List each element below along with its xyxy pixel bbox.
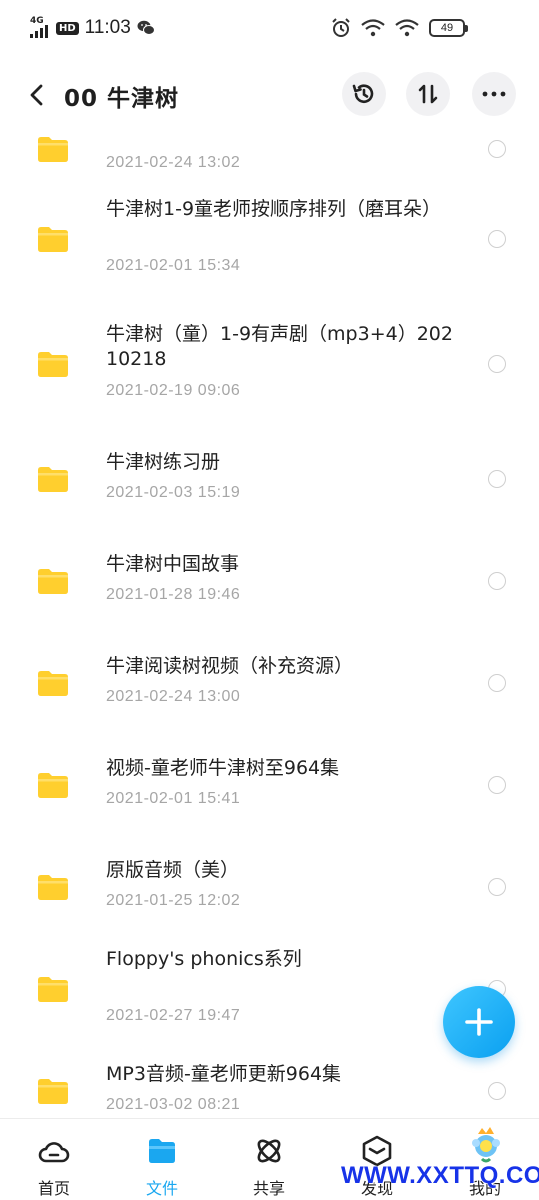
file-date: 2021-02-24 13:02 bbox=[106, 154, 241, 171]
select-radio[interactable] bbox=[488, 230, 506, 248]
battery-icon: 49 bbox=[429, 19, 468, 37]
select-radio[interactable] bbox=[488, 878, 506, 896]
profile-mascot-icon bbox=[472, 1127, 500, 1163]
file-date: 2021-01-25 12:02 bbox=[106, 892, 241, 909]
file-name: 原版音频（美） bbox=[106, 859, 240, 881]
more-dots-icon bbox=[482, 91, 506, 97]
add-button[interactable] bbox=[443, 986, 515, 1058]
file-name: 牛津树中国故事 bbox=[106, 553, 240, 575]
file-name: 牛津树练习册 bbox=[106, 451, 221, 473]
file-item[interactable]: 牛津树中国故事 2021-01-28 19:46 bbox=[0, 530, 539, 632]
status-bar: 4G HD 11:03 49 bbox=[0, 0, 539, 62]
folder-icon bbox=[38, 227, 68, 252]
nav-label-files: 文件 bbox=[145, 1179, 178, 1198]
wechat-icon bbox=[137, 20, 155, 35]
header: 00 牛津树 bbox=[0, 62, 539, 128]
history-icon bbox=[352, 84, 374, 103]
folder-icon bbox=[38, 467, 68, 492]
alarm-icon bbox=[332, 18, 350, 37]
select-radio[interactable] bbox=[488, 355, 506, 373]
file-name: 牛津树1-9童老师按顺序排列（磨耳朵） bbox=[106, 198, 442, 220]
file-name: Floppy's phonics系列 bbox=[106, 948, 302, 970]
cloud-icon bbox=[38, 1142, 70, 1163]
file-date: 2021-02-01 15:41 bbox=[106, 790, 241, 807]
file-name: 牛津树（童）1-9有声剧（mp3+4）20210218 bbox=[106, 323, 453, 370]
chevron-left-icon bbox=[30, 84, 43, 106]
file-item[interactable]: 牛津树（童）1-9有声剧（mp3+4）20210218 2021-02-19 09… bbox=[0, 313, 539, 415]
folder-icon bbox=[38, 352, 68, 377]
sort-icon bbox=[418, 84, 438, 104]
select-radio[interactable] bbox=[488, 1082, 506, 1100]
atom-icon bbox=[257, 1139, 281, 1163]
file-item[interactable]: 牛津树1-9童老师按顺序排列（磨耳朵） 2021-02-01 15:34 bbox=[0, 188, 539, 290]
file-date: 2021-02-19 09:06 bbox=[106, 382, 241, 399]
folder-icon bbox=[38, 569, 68, 594]
page-title: 00 牛津树 bbox=[64, 86, 180, 112]
nav-item-home[interactable]: 首页 bbox=[14, 1119, 94, 1200]
more-button[interactable] bbox=[472, 72, 516, 116]
folder-icon bbox=[38, 671, 68, 696]
folder-icon bbox=[38, 977, 68, 1002]
file-date: 2021-02-03 15:19 bbox=[106, 484, 241, 501]
file-item[interactable]: 牛津树练习册 2021-02-03 15:19 bbox=[0, 428, 539, 530]
folder-icon bbox=[38, 1079, 68, 1104]
file-date: 2021-01-28 19:46 bbox=[106, 586, 241, 603]
status-time: 11:03 bbox=[84, 17, 131, 38]
nav-label-home: 首页 bbox=[37, 1179, 70, 1198]
file-name: 视频-童老师牛津树至964集 bbox=[106, 757, 340, 779]
file-date: 2021-03-02 08:21 bbox=[106, 1096, 241, 1113]
folder-icon bbox=[38, 137, 68, 162]
wifi-icon-2 bbox=[395, 19, 419, 37]
hd-badge: HD bbox=[56, 21, 79, 35]
file-name: MP3音频-童老师更新964集 bbox=[106, 1063, 342, 1085]
back-button[interactable] bbox=[22, 78, 50, 112]
nav-label-share: 共享 bbox=[252, 1179, 285, 1198]
nav-item-files[interactable]: 文件 bbox=[122, 1119, 202, 1200]
select-radio[interactable] bbox=[488, 674, 506, 692]
file-list: 2021-02-24 13:02 牛津树1-9童老师按顺序排列（磨耳朵） 2021-… bbox=[0, 128, 539, 1118]
wifi-icon bbox=[361, 19, 385, 37]
file-name: 牛津阅读树视频（补充资源） bbox=[106, 655, 354, 677]
sort-button[interactable] bbox=[406, 72, 450, 116]
nav-item-share[interactable]: 共享 bbox=[229, 1119, 309, 1200]
file-date: 2021-02-01 15:34 bbox=[106, 257, 241, 274]
plus-icon bbox=[465, 1008, 493, 1036]
select-radio[interactable] bbox=[488, 572, 506, 590]
file-date: 2021-02-24 13:00 bbox=[106, 688, 241, 705]
folder-icon bbox=[149, 1139, 175, 1163]
file-item[interactable]: 原版音频（美） 2021-01-25 12:02 bbox=[0, 836, 539, 938]
folder-icon bbox=[38, 875, 68, 900]
battery-level: 49 bbox=[440, 22, 454, 34]
select-radio[interactable] bbox=[488, 470, 506, 488]
cellular-signal-icon: 4G bbox=[30, 16, 50, 38]
folder-icon bbox=[38, 773, 68, 798]
file-date: 2021-02-27 19:47 bbox=[106, 1007, 241, 1024]
select-radio[interactable] bbox=[488, 140, 506, 158]
select-radio[interactable] bbox=[488, 776, 506, 794]
file-item[interactable]: 牛津阅读树视频（补充资源） 2021-02-24 13:00 bbox=[0, 632, 539, 734]
watermark: WWW.XXTTQ.COM bbox=[341, 1162, 539, 1189]
history-button[interactable] bbox=[342, 72, 386, 116]
file-item[interactable]: 视频-童老师牛津树至964集 2021-02-01 15:41 bbox=[0, 734, 539, 836]
